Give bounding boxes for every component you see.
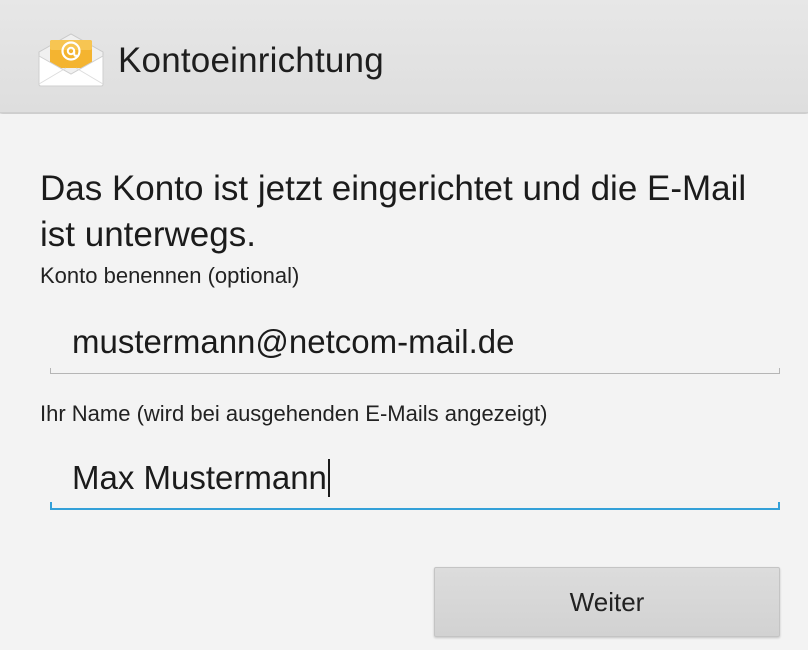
action-bar: Kontoeinrichtung xyxy=(0,0,808,113)
email-app-icon xyxy=(38,33,104,87)
account-name-value: mustermann@netcom-mail.de xyxy=(72,323,515,360)
text-cursor xyxy=(327,459,330,497)
setup-complete-message: Das Konto ist jetzt eingerichtet und die… xyxy=(40,169,747,254)
app-title: Kontoeinrichtung xyxy=(118,41,384,80)
next-button[interactable]: Weiter xyxy=(434,567,780,637)
your-name-underline-right-tick xyxy=(778,502,780,510)
your-name-value-wrap: Max Mustermann xyxy=(72,458,330,498)
account-name-underline xyxy=(50,373,780,374)
your-name-underline-left-tick xyxy=(50,502,52,510)
your-name-field[interactable]: Max Mustermann xyxy=(50,454,780,510)
account-name-underline-right-tick xyxy=(779,368,780,374)
your-name-value: Max Mustermann xyxy=(72,459,327,496)
your-name-label: Ihr Name (wird bei ausgehenden E-Mails a… xyxy=(40,401,548,426)
setup-content: Das Konto ist jetzt eingerichtet und die… xyxy=(0,114,808,650)
account-name-label: Konto benennen (optional) xyxy=(40,263,300,288)
account-name-underline-left-tick xyxy=(50,368,51,374)
account-setup-screen: Kontoeinrichtung Das Konto ist jetzt ein… xyxy=(0,0,808,650)
your-name-underline xyxy=(50,508,780,510)
account-name-field[interactable]: mustermann@netcom-mail.de xyxy=(50,318,780,374)
